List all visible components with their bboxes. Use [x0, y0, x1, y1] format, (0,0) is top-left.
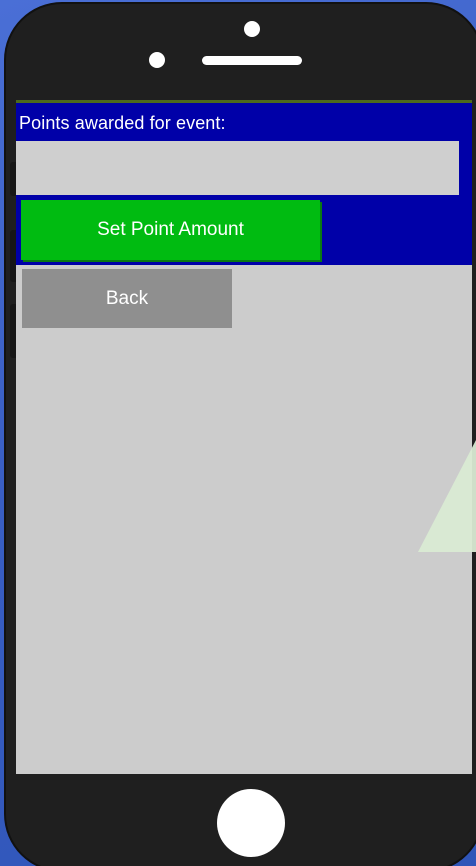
page-background: Points awarded for event: Set Point Amou…	[0, 0, 476, 866]
speaker-icon	[202, 56, 302, 65]
points-prompt-label: Points awarded for event:	[19, 113, 226, 133]
points-input[interactable]	[16, 141, 459, 195]
point-entry-panel: Points awarded for event: Set Point Amou…	[16, 103, 472, 265]
sensor-icon	[149, 52, 165, 68]
phone-frame: Points awarded for event: Set Point Amou…	[6, 4, 476, 866]
set-point-amount-button[interactable]: Set Point Amount	[21, 200, 320, 260]
back-button[interactable]: Back	[22, 269, 232, 328]
app-screen: Points awarded for event: Set Point Amou…	[16, 100, 472, 774]
home-button-icon[interactable]	[217, 789, 285, 857]
front-camera-icon	[244, 21, 260, 37]
